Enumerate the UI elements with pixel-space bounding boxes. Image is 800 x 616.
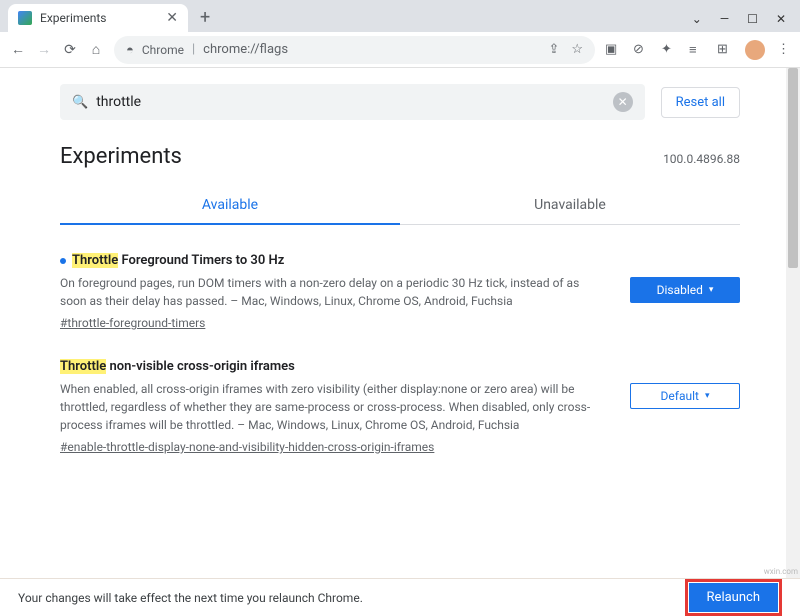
site-info-icon[interactable]: ◓ [126,42,134,58]
page-content: 🔍 ✕ Reset all Experiments 100.0.4896.88 … [0,68,800,578]
search-highlight: Throttle [60,359,106,374]
pipe-divider: | [192,42,195,57]
experiment-state-select[interactable]: Default ▾ [630,383,740,409]
search-highlight: Throttle [72,253,118,268]
extensions-puzzle-icon[interactable]: ✦ [661,42,677,58]
url-text: chrome://flags [203,42,288,57]
chevron-down-icon: ▾ [705,391,710,401]
page-title: Experiments [60,144,182,169]
back-button[interactable]: ← [10,41,26,58]
experiment-state-select[interactable]: Disabled ▾ [630,277,740,303]
close-tab-icon[interactable]: ✕ [166,10,178,26]
forward-button: → [36,41,52,58]
experiment-row: Throttle non-visible cross-origin iframe… [60,359,740,455]
share-icon[interactable]: ⇪ [548,42,559,57]
tab-available[interactable]: Available [60,187,400,225]
extension-icon-1[interactable]: ▣ [605,42,621,58]
scrollbar-thumb[interactable] [788,68,798,268]
kebab-menu-icon[interactable]: ⋮ [777,42,790,57]
experiment-anchor-link[interactable]: #enable-throttle-display-none-and-visibi… [60,440,434,454]
select-value: Disabled [657,283,703,297]
window-controls: ⌄ ― ☐ ✕ [692,12,800,32]
watermark: wxin.com [764,567,798,576]
experiment-title: Throttle Foreground Timers to 30 Hz [60,253,602,268]
experiment-title: Throttle non-visible cross-origin iframe… [60,359,602,374]
select-value: Default [661,389,699,403]
relaunch-highlight: Relaunch [685,579,782,616]
bookmark-icon[interactable]: ☆ [571,42,583,57]
browser-toolbar: ← → ⟳ ⌂ ◓ Chrome | chrome://flags ⇪ ☆ ▣ … [0,32,800,68]
chrome-version: 100.0.4896.88 [663,152,740,166]
reading-list-icon[interactable]: ≡ [689,42,705,58]
browser-tab[interactable]: Experiments ✕ [8,4,188,32]
new-tab-button[interactable]: + [188,7,222,32]
minimize-icon[interactable]: ― [720,12,729,26]
profile-avatar[interactable] [745,40,765,60]
search-icon: 🔍 [72,95,88,110]
account-icon[interactable]: ⊞ [717,42,733,58]
maximize-icon[interactable]: ☐ [747,12,758,26]
tab-title: Experiments [40,11,107,25]
reload-button[interactable]: ⟳ [62,42,78,58]
relaunch-message: Your changes will take effect the next t… [18,591,363,605]
changed-dot-icon [60,258,66,264]
address-bar[interactable]: ◓ Chrome | chrome://flags ⇪ ☆ [114,36,595,64]
flags-tabs: Available Unavailable [60,187,740,225]
chevron-down-icon: ▾ [709,285,714,295]
home-button[interactable]: ⌂ [88,41,104,58]
tab-unavailable[interactable]: Unavailable [400,187,740,224]
experiment-description: When enabled, all cross-origin iframes w… [60,380,602,434]
chrome-label: Chrome [142,43,184,57]
flags-search-box[interactable]: 🔍 ✕ [60,84,645,120]
reset-all-button[interactable]: Reset all [661,87,740,118]
experiment-row: Throttle Foreground Timers to 30 Hz On fo… [60,253,740,331]
scrollbar-track[interactable] [786,68,800,578]
relaunch-button[interactable]: Relaunch [689,583,778,612]
clear-search-icon[interactable]: ✕ [613,92,633,112]
experiment-description: On foreground pages, run DOM timers with… [60,274,602,310]
relaunch-bar: Your changes will take effect the next t… [0,578,800,616]
close-window-icon[interactable]: ✕ [776,12,786,26]
caret-down-icon[interactable]: ⌄ [692,12,702,26]
experiment-anchor-link[interactable]: #throttle-foreground-timers [60,316,205,330]
extension-icon-2[interactable]: ⊘ [633,42,649,58]
flags-search-input[interactable] [96,94,604,110]
flask-icon [18,11,32,25]
window-title-bar: Experiments ✕ + ⌄ ― ☐ ✕ [0,0,800,32]
